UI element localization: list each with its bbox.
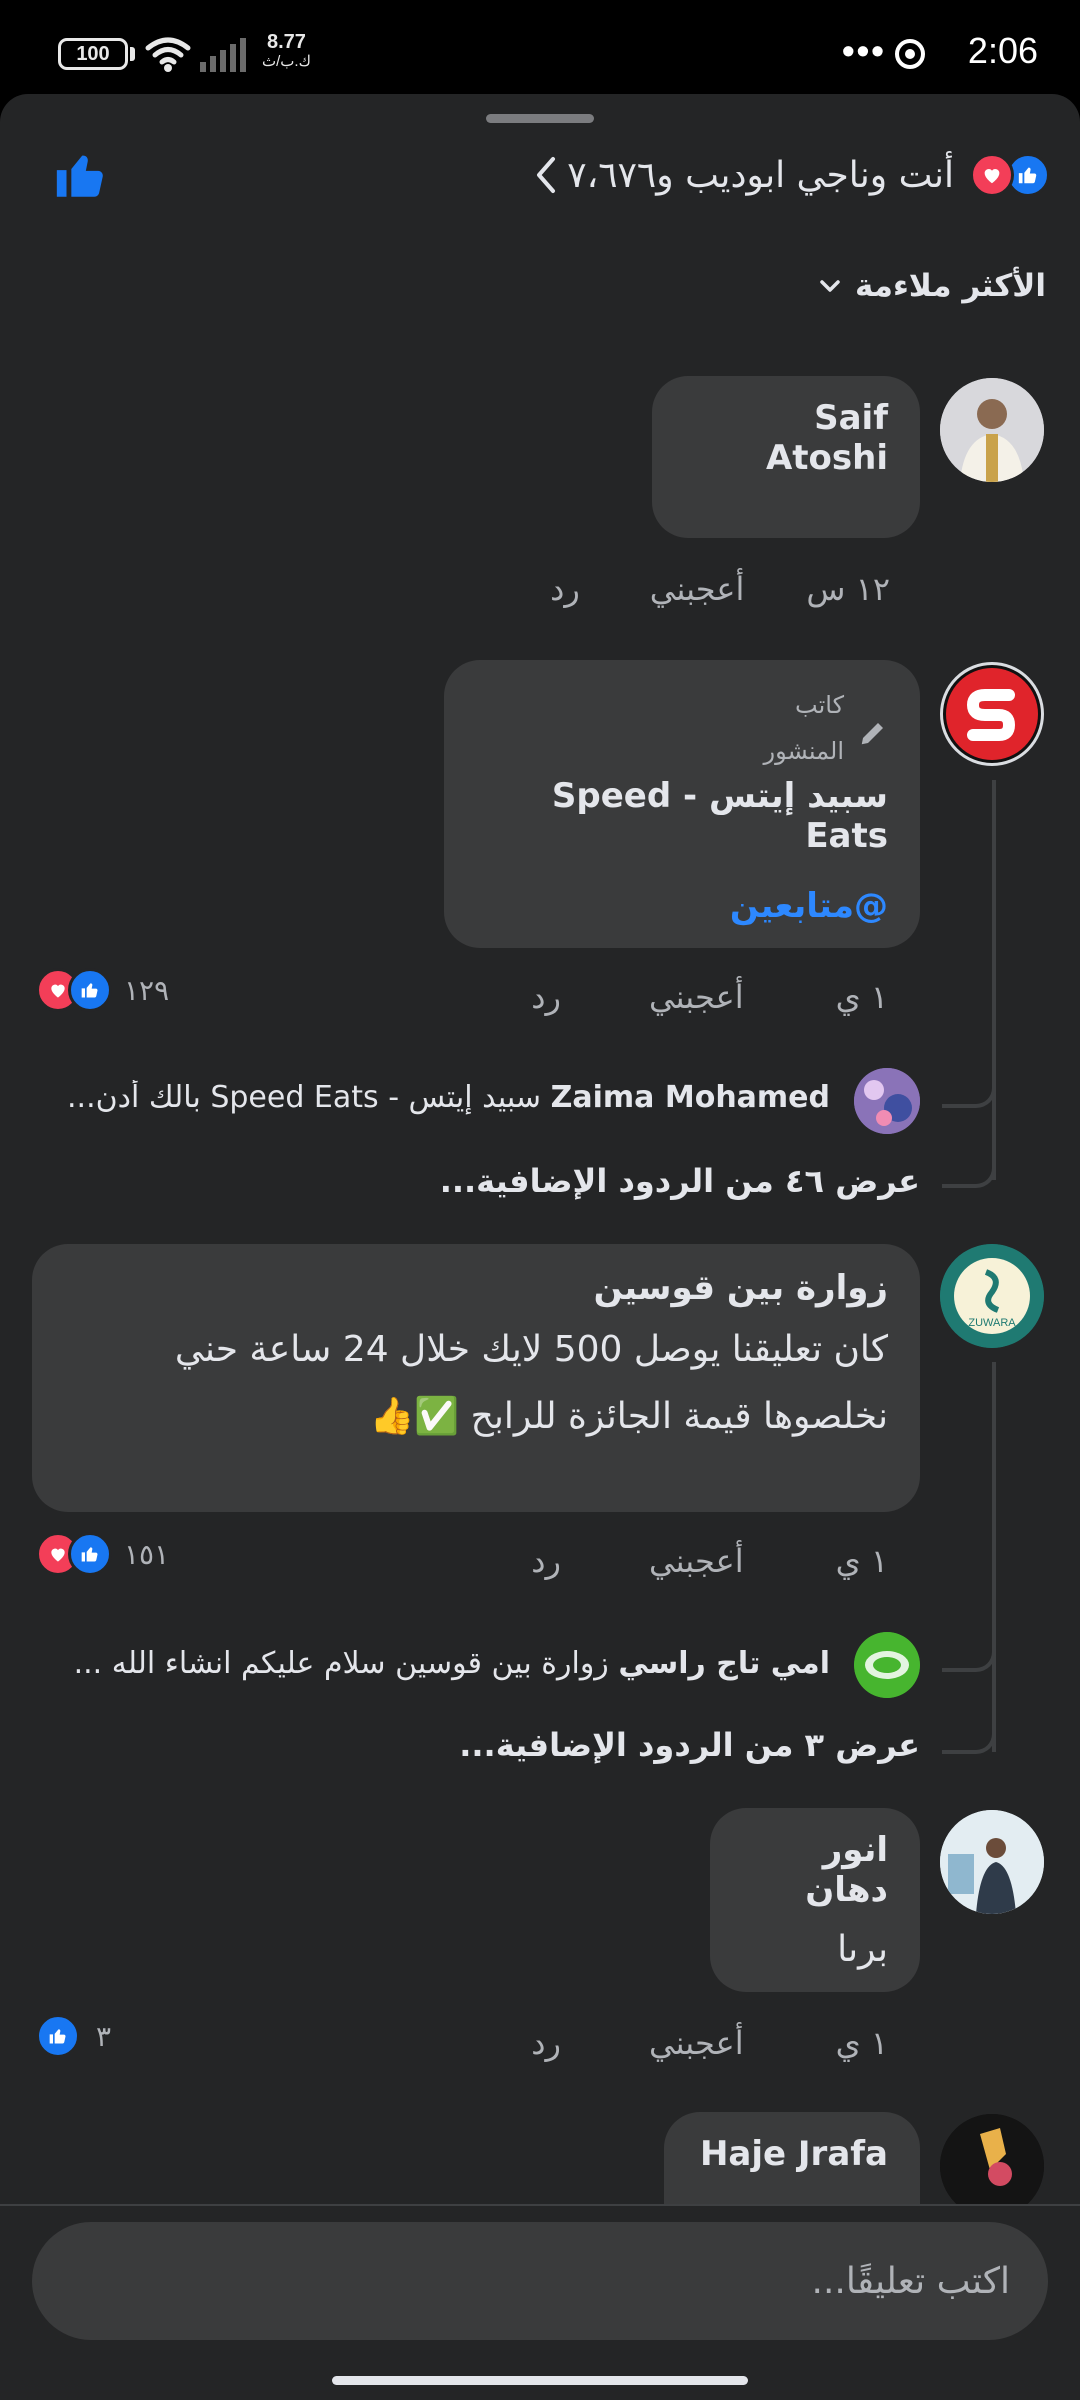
like-icon[interactable]: [52, 146, 110, 204]
avatar[interactable]: ZUWARA: [940, 1244, 1044, 1348]
comment-author[interactable]: Saif Atoshi: [684, 398, 888, 478]
like-link[interactable]: أعجبني: [649, 1542, 744, 1580]
comment-actions: ١٢ س أعجبني رد: [550, 570, 890, 608]
comment-actions: ١ ي أعجبني رد: [531, 1542, 888, 1580]
thread-connector: [942, 1080, 996, 1108]
reply-link[interactable]: رد: [531, 1542, 561, 1580]
svg-text:ZUWARA: ZUWARA: [968, 1317, 1016, 1329]
reply-link[interactable]: رد: [531, 2024, 561, 2062]
comment-text: برىا: [837, 1929, 888, 1970]
comment-time: ١ ي: [835, 2024, 888, 2062]
author-badge-line2: المنشور: [763, 737, 845, 765]
avatar[interactable]: [940, 662, 1044, 766]
clock: 2:06: [967, 30, 1038, 71]
view-more-replies[interactable]: عرض ٤٦ من الردود الإضافية...: [440, 1162, 920, 1200]
avatar[interactable]: [854, 1068, 920, 1134]
chevron-left-icon: [537, 157, 556, 193]
avatar[interactable]: [940, 1810, 1044, 1914]
comment-author[interactable]: زوارة بين قوسين: [64, 1268, 888, 1308]
like-link[interactable]: أعجبني: [649, 978, 744, 1016]
thread-line: [992, 780, 996, 1180]
reaction-count[interactable]: ١٢٩: [36, 968, 169, 1012]
comment-time: ١ ي: [835, 1542, 888, 1580]
net-speed-unit: ك.ب/ث: [262, 53, 311, 70]
thread-line: [992, 1362, 996, 1752]
like-link[interactable]: أعجبني: [650, 570, 745, 608]
comment-time: ١٢ س: [806, 570, 890, 608]
like-reaction-icon: [36, 2014, 80, 2058]
comment-bubble[interactable]: انور دهان برىا: [710, 1808, 920, 1992]
like-reaction-icon: [68, 968, 112, 1012]
comment-text-line2: نخلصوها قيمة الجائزة للرابح ✅👍: [369, 1396, 888, 1437]
reply-link[interactable]: رد: [550, 570, 580, 608]
reply-link[interactable]: رد: [531, 978, 561, 1016]
sort-dropdown[interactable]: الأكثر ملاءمة: [819, 268, 1046, 304]
comment-actions: ١ ي أعجبني رد: [531, 2024, 888, 2062]
reply-author[interactable]: Zaima Mohamed: [551, 1080, 830, 1115]
comment-author[interactable]: انور دهان: [742, 1830, 888, 1910]
reply-text: زوارة بين قوسين سلام عليكم انشاء الله ..…: [73, 1646, 609, 1681]
mention-link[interactable]: @متابعين: [476, 886, 888, 926]
author-badge: كاتب المنشور: [476, 682, 888, 774]
reactions-text: أنت وناجي ابوديب و٧،٦٧٦: [567, 154, 954, 196]
reaction-count-value: ٣: [96, 2019, 112, 2053]
composer-divider: [0, 2204, 1080, 2206]
comment-input[interactable]: [32, 2222, 1048, 2340]
reactions-summary[interactable]: أنت وناجي ابوديب و٧،٦٧٦: [531, 150, 1050, 200]
view-more-replies[interactable]: عرض ٣ من الردود الإضافية...: [459, 1726, 920, 1764]
thread-connector: [942, 1726, 996, 1754]
reply-preview[interactable]: Zaima Mohamed سبيد إيتس - Speed Eats بال…: [10, 1080, 830, 1115]
reply-author[interactable]: امي تاج راسي: [618, 1646, 830, 1681]
reaction-count[interactable]: ١٥١: [36, 1532, 169, 1576]
comment-bubble[interactable]: Haje Jrafa: [664, 2112, 920, 2204]
love-reaction-icon: [970, 153, 1014, 197]
avatar[interactable]: [940, 378, 1044, 482]
home-indicator[interactable]: [332, 2376, 748, 2385]
drag-handle[interactable]: [486, 114, 594, 123]
reaction-count-value: ١٥١: [124, 1537, 170, 1571]
comment-author[interactable]: Haje Jrafa: [696, 2134, 888, 2174]
sort-label: الأكثر ملاءمة: [854, 268, 1046, 304]
comment-bubble[interactable]: Saif Atoshi: [652, 376, 920, 538]
avatar[interactable]: [940, 2114, 1044, 2204]
thread-connector: [942, 1160, 996, 1188]
battery-tip: [130, 47, 135, 61]
comment-clip: Haje Jrafa: [0, 2100, 1080, 2204]
net-speed-value: 8.77: [267, 31, 306, 53]
status-more-dots: •••: [842, 30, 886, 71]
wifi-icon: [145, 37, 191, 72]
signal-icon: [200, 38, 246, 72]
thread-connector: [942, 1644, 996, 1672]
chevron-down-icon: [820, 280, 840, 292]
battery-icon: 100: [58, 38, 128, 70]
comment-time: ١ ي: [835, 978, 888, 1016]
avatar[interactable]: [854, 1632, 920, 1698]
net-speed: 8.77 ك.ب/ث: [262, 32, 311, 72]
pencil-icon: [861, 723, 883, 745]
comment-text-line1: كان تعليقنا يوصل 500 لايك خلال 24 ساعة ح…: [174, 1329, 888, 1370]
comment-bubble[interactable]: كاتب المنشور سبيد إيتس - Speed Eats @متا…: [444, 660, 920, 948]
like-reaction-icon: [68, 1532, 112, 1576]
comment-actions: ١ ي أعجبني رد: [531, 978, 888, 1016]
author-badge-line1: كاتب: [795, 691, 844, 719]
reaction-count[interactable]: ٣: [36, 2014, 111, 2058]
vpn-icon: [895, 39, 925, 69]
reaction-count-value: ١٢٩: [124, 973, 170, 1007]
comment-bubble[interactable]: زوارة بين قوسين كان تعليقنا يوصل 500 لاي…: [32, 1244, 920, 1512]
reply-preview[interactable]: امي تاج راسي زوارة بين قوسين سلام عليكم …: [10, 1646, 830, 1681]
like-link[interactable]: أعجبني: [649, 2024, 744, 2062]
reply-text: سبيد إيتس - Speed Eats بالك أدن...: [67, 1080, 542, 1115]
comment-author[interactable]: سبيد إيتس - Speed Eats: [476, 776, 888, 856]
